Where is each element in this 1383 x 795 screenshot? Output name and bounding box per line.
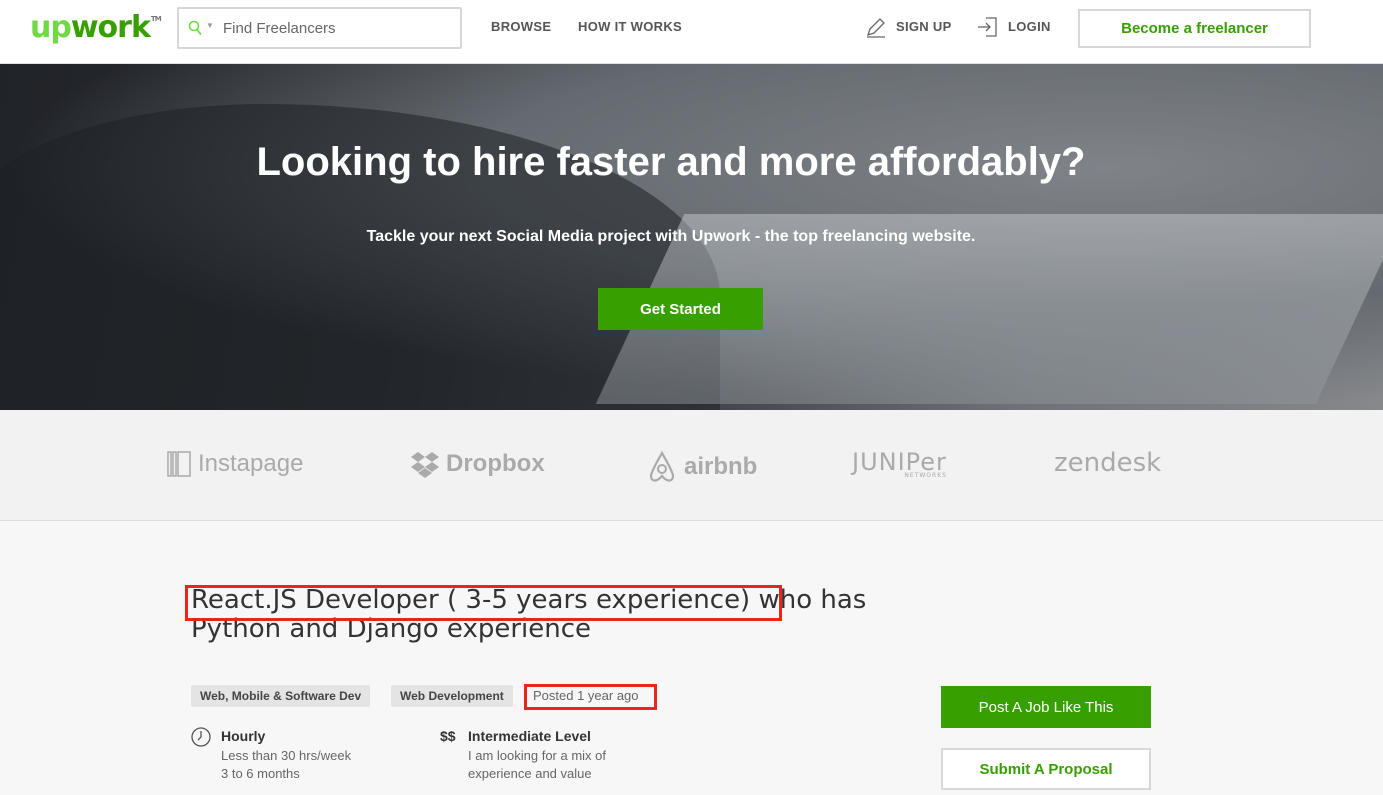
experience-level-heading: Intermediate Level xyxy=(468,728,591,744)
nav-how-it-works-link[interactable]: HOW IT WORKS xyxy=(578,19,682,34)
airbnb-logo: airbnb xyxy=(646,450,757,484)
hero-banner: Looking to hire faster and more affordab… xyxy=(0,64,1383,410)
clock-icon xyxy=(191,727,211,747)
juniper-networks-text: NETWORKS xyxy=(904,472,947,479)
dropbox-logo: Dropbox xyxy=(410,450,545,478)
nav-sign-up-link[interactable]: SIGN UP xyxy=(896,19,952,34)
zendesk-logo: zendesk xyxy=(1054,448,1161,478)
experience-level-desc-2: experience and value xyxy=(468,766,592,781)
zendesk-text: zendesk xyxy=(1054,448,1162,478)
search-icon[interactable] xyxy=(188,20,202,36)
upwork-logo[interactable]: upworkTM xyxy=(30,8,162,55)
become-freelancer-button[interactable]: Become a freelancer xyxy=(1078,9,1311,48)
posted-date-highlight-box xyxy=(524,684,657,710)
client-logos-strip: Instapage Dropbox airbnb JUNIPer NETWORK… xyxy=(0,410,1383,521)
pencil-icon[interactable] xyxy=(865,16,887,38)
post-job-like-this-button[interactable]: Post A Job Like This xyxy=(941,686,1151,728)
hero-title: Looking to hire faster and more affordab… xyxy=(256,140,1086,184)
job-hours-text: Less than 30 hrs/week xyxy=(221,748,352,763)
top-navbar: upworkTM ▼ BROWSE HOW IT WORKS SIGN UP L… xyxy=(0,0,1383,64)
job-duration-text: 3 to 6 months xyxy=(221,766,300,781)
airbnb-text: airbnb xyxy=(684,453,758,480)
category-tag[interactable]: Web, Mobile & Software Dev xyxy=(191,685,371,707)
dropbox-icon xyxy=(411,452,439,478)
search-input[interactable] xyxy=(223,17,453,39)
login-icon[interactable] xyxy=(977,16,999,38)
hero-subtitle: Tackle your next Social Media project wi… xyxy=(366,228,976,245)
logo-work-text: work xyxy=(70,10,151,45)
chevron-down-icon[interactable]: ▼ xyxy=(206,21,214,30)
job-type-heading: Hourly xyxy=(221,728,266,744)
dollar-level-icon: $$ xyxy=(440,728,456,744)
search-box: ▼ xyxy=(177,7,462,49)
airbnb-icon xyxy=(649,450,675,482)
nav-browse-link[interactable]: BROWSE xyxy=(491,19,551,34)
submit-proposal-button[interactable]: Submit A Proposal xyxy=(941,748,1151,790)
logo-trademark: TM xyxy=(150,15,162,23)
instapage-text: Instapage xyxy=(198,450,304,477)
juniper-logo: JUNIPer NETWORKS xyxy=(852,448,947,479)
instapage-icon xyxy=(167,451,191,477)
dropbox-text: Dropbox xyxy=(446,450,545,477)
nav-login-link[interactable]: LOGIN xyxy=(1008,19,1051,34)
get-started-button[interactable]: Get Started xyxy=(598,288,763,330)
job-title-highlight-box xyxy=(185,585,782,621)
instapage-logo: Instapage xyxy=(166,450,303,478)
logo-up-text: up xyxy=(30,10,72,45)
subcategory-tag[interactable]: Web Development xyxy=(391,685,513,707)
experience-level-desc-1: I am looking for a mix of xyxy=(468,748,606,763)
